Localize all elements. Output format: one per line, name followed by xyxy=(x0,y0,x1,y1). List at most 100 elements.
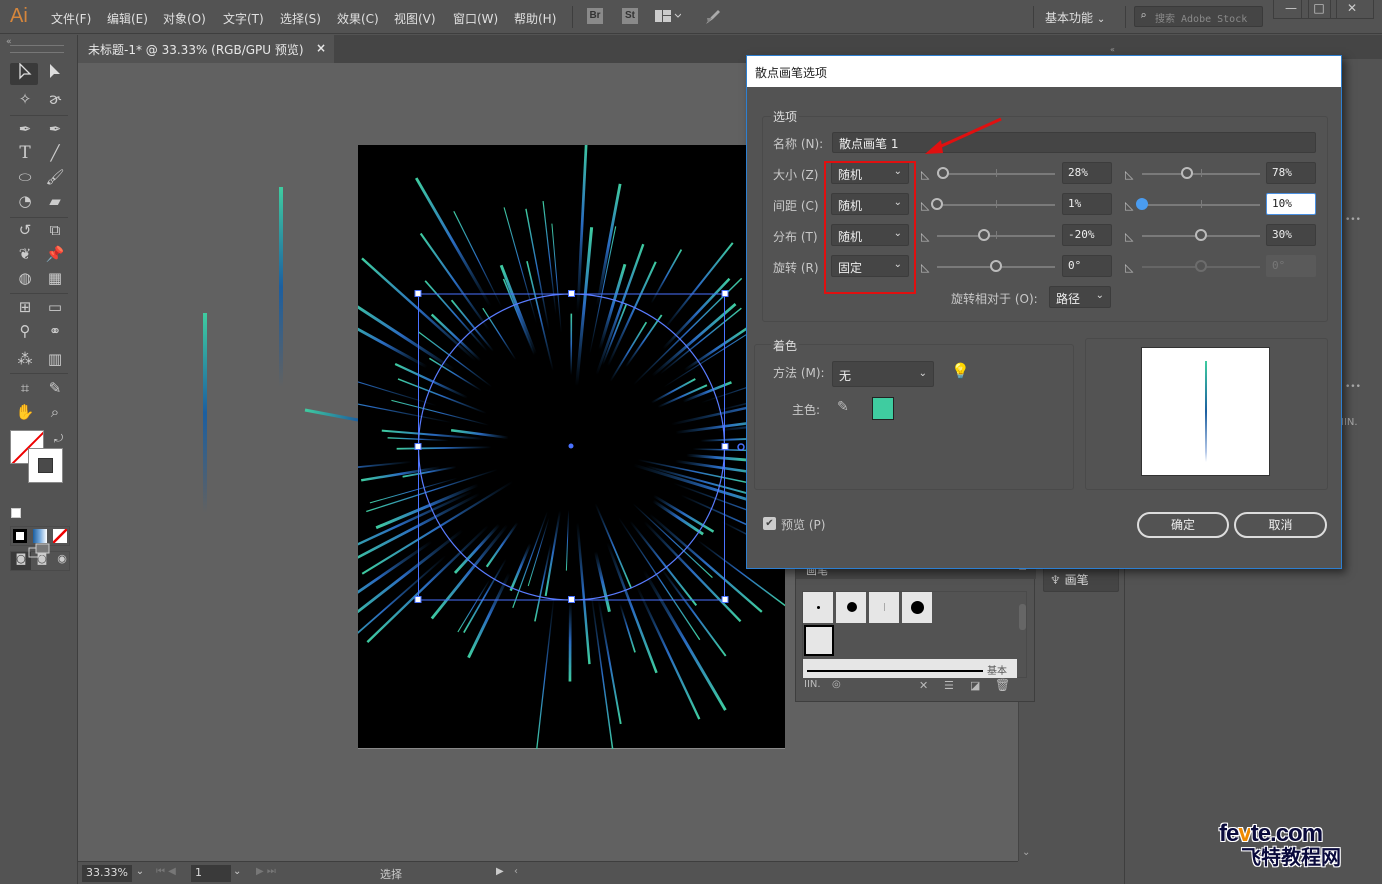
default-colors-icon[interactable] xyxy=(11,508,21,518)
screen-mode-button[interactable] xyxy=(28,542,52,560)
eraser-tool[interactable]: ▰ xyxy=(44,190,66,212)
close-tab-icon[interactable]: × xyxy=(316,41,326,55)
min-slider-knob[interactable] xyxy=(936,167,949,179)
shape-builder-tool[interactable]: ◍ xyxy=(14,267,36,289)
max-value-input[interactable]: 10% xyxy=(1266,193,1316,215)
remove-brush-stroke-icon[interactable]: ✕ xyxy=(919,679,928,692)
colorize-method-select[interactable]: 无 ⌄ xyxy=(832,361,934,387)
resize-handle[interactable] xyxy=(721,596,729,603)
stock-button[interactable]: St xyxy=(622,8,638,24)
brush-libraries-menu-icon[interactable]: IIN. xyxy=(804,679,821,690)
stray-brush-stroke[interactable] xyxy=(304,408,359,422)
artboard-dropdown-icon[interactable]: ⌄ xyxy=(233,866,241,877)
scroll-left-icon[interactable]: ‹ xyxy=(514,866,518,877)
mesh-tool[interactable]: ⊞ xyxy=(14,296,36,318)
status-menu-icon[interactable]: ▶ xyxy=(496,866,504,877)
menu-edit[interactable]: 编辑(E) xyxy=(107,10,148,27)
menu-type[interactable]: 文字(T) xyxy=(223,10,264,27)
stray-brush-stroke[interactable] xyxy=(203,313,207,513)
draw-inside-button[interactable]: ◉ xyxy=(53,552,71,570)
line-tool[interactable]: ╱ xyxy=(44,142,66,164)
curvature-tool[interactable]: ✒ xyxy=(44,118,66,140)
arrange-documents-button[interactable] xyxy=(655,9,682,23)
basic-brush-row[interactable]: 基本 xyxy=(803,659,1017,678)
min-slider-knob[interactable] xyxy=(990,260,1002,272)
menu-effect[interactable]: 效果(C) xyxy=(337,10,379,27)
shaper-tool[interactable]: ◔ xyxy=(14,190,36,212)
max-slider-knob[interactable] xyxy=(1195,229,1207,241)
hand-tool[interactable]: ✋ xyxy=(14,401,36,423)
max-value-input[interactable]: 0° xyxy=(1266,255,1316,277)
libraries-panel-icon[interactable]: ◎ xyxy=(832,679,841,690)
menu-help[interactable]: 帮助(H) xyxy=(514,10,556,27)
stray-brush-stroke[interactable] xyxy=(279,187,283,387)
rotate-widget[interactable] xyxy=(737,443,745,451)
document-tab[interactable]: 未标题-1* @ 33.33% (RGB/GPU 预览) × xyxy=(78,35,334,63)
close-window-button[interactable]: ✕ xyxy=(1330,0,1374,19)
min-value-input[interactable]: -20% xyxy=(1062,224,1112,246)
new-brush-icon[interactable]: ◪ xyxy=(970,679,980,692)
brush-swatch[interactable] xyxy=(803,592,834,623)
selection-tool[interactable] xyxy=(14,62,36,85)
gradient-tool[interactable]: ▭ xyxy=(44,296,66,318)
brush-swatch[interactable] xyxy=(902,592,933,623)
direct-selection-tool[interactable] xyxy=(44,63,66,85)
gpu-performance-button[interactable] xyxy=(704,8,722,26)
tips-lightbulb-icon[interactable]: 💡 xyxy=(951,362,970,380)
eyedropper-tool[interactable]: ⚲ xyxy=(14,320,36,342)
brush-name-input[interactable]: 散点画笔 1 xyxy=(832,132,1316,153)
resize-handle[interactable] xyxy=(721,443,729,450)
lock-slider-icon[interactable]: ◺ xyxy=(921,230,933,243)
ok-button[interactable]: 确定 xyxy=(1137,512,1229,538)
max-value-input[interactable]: 78% xyxy=(1266,162,1316,184)
lock-slider-icon[interactable]: ◺ xyxy=(921,168,933,181)
next-artboard-icon[interactable]: ▶ ⏭ xyxy=(256,866,276,877)
more-options-icon[interactable]: ••• xyxy=(1345,382,1361,392)
artboard-number-field[interactable]: 1 xyxy=(191,865,231,882)
menu-select[interactable]: 选择(S) xyxy=(280,10,321,27)
scroll-down-icon[interactable]: ⌄ xyxy=(1022,847,1030,858)
symbol-sprayer-tool[interactable]: ⁂ xyxy=(14,348,36,370)
column-graph-tool[interactable]: ▥ xyxy=(44,348,66,370)
magic-wand-tool[interactable]: ✧ xyxy=(14,88,36,110)
paintbrush-tool[interactable]: 🖌 xyxy=(44,166,66,188)
rotate-tool[interactable]: ↺ xyxy=(14,219,36,241)
puppet-warp-tool[interactable]: ❦ xyxy=(14,243,36,265)
max-slider-knob[interactable] xyxy=(1180,167,1193,179)
preview-checkbox[interactable]: ✔ xyxy=(763,517,776,530)
first-artboard-icon[interactable]: ⏮ ◀ xyxy=(156,866,176,877)
scale-tool[interactable]: ⧉ xyxy=(44,219,66,241)
lock-slider-icon[interactable]: ◺ xyxy=(1125,230,1137,243)
swap-fill-stroke-icon[interactable]: ⤾ xyxy=(54,432,63,446)
menu-window[interactable]: 窗口(W) xyxy=(453,10,498,27)
max-slider-knob[interactable] xyxy=(1195,260,1207,272)
resize-handle[interactable] xyxy=(414,443,422,450)
panel-grip[interactable] xyxy=(10,45,64,53)
none-mode-button[interactable] xyxy=(53,529,67,543)
key-color-swatch[interactable] xyxy=(872,397,894,420)
min-value-input[interactable]: 28% xyxy=(1062,162,1112,184)
brush-swatch[interactable] xyxy=(869,592,900,623)
lock-slider-icon[interactable]: ◺ xyxy=(921,261,933,274)
resize-handle[interactable] xyxy=(721,290,729,297)
menu-object[interactable]: 对象(O) xyxy=(163,10,206,27)
max-slider-knob[interactable] xyxy=(1136,198,1148,210)
key-color-eyedropper-icon[interactable]: ✎ xyxy=(837,399,849,415)
brush-swatch[interactable] xyxy=(836,592,867,623)
min-slider-knob[interactable] xyxy=(931,198,943,210)
lock-slider-icon[interactable]: ◺ xyxy=(1125,261,1137,274)
delete-brush-icon[interactable]: 🗑 xyxy=(995,678,1010,692)
stroke-swatch[interactable] xyxy=(28,448,63,483)
workspace-switcher[interactable]: 基本功能 ⌄ xyxy=(1045,9,1105,26)
brush-options-icon[interactable]: ☰ xyxy=(944,679,954,692)
brushes-panel-button[interactable]: ♆ 画笔 xyxy=(1043,566,1119,592)
resize-handle[interactable] xyxy=(568,290,575,297)
blend-tool[interactable]: ⚭ xyxy=(44,320,66,342)
zoom-tool[interactable]: ⌕ xyxy=(44,401,66,423)
lock-slider-icon[interactable]: ◺ xyxy=(1125,168,1137,181)
gradient-mode-button[interactable] xyxy=(33,529,47,543)
rotation-relative-select[interactable]: 路径 ⌄ xyxy=(1049,286,1111,308)
library-icon[interactable]: IIN. xyxy=(1341,417,1358,428)
brush-list-scrollbar[interactable] xyxy=(1017,592,1027,678)
type-tool[interactable]: T xyxy=(14,142,36,164)
